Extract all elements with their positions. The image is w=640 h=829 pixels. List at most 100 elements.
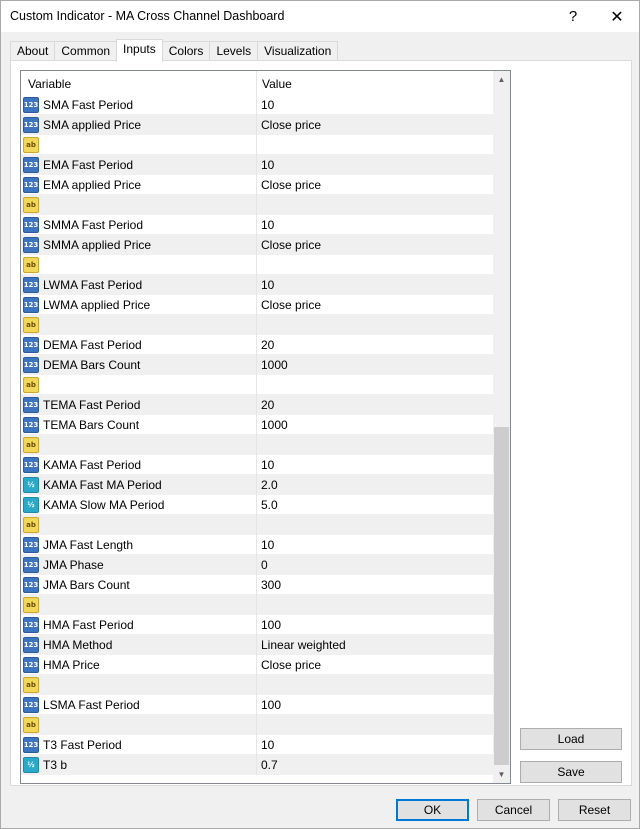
table-row[interactable]: ab [21, 715, 493, 735]
grid-header: Variable Value [21, 71, 493, 95]
variable-value[interactable]: 100 [261, 618, 281, 632]
integer-type-icon: 123 [23, 737, 39, 753]
help-button[interactable]: ? [551, 1, 595, 32]
variable-name: TEMA Fast Period [43, 398, 141, 412]
cell-divider [256, 515, 257, 535]
table-row[interactable]: ab [21, 255, 493, 275]
table-row[interactable]: ½ KAMA Fast MA Period 2.0 [21, 475, 493, 495]
cell-divider [256, 575, 257, 595]
variable-value[interactable]: 10 [261, 158, 274, 172]
column-header-variable[interactable]: Variable [28, 77, 71, 91]
table-row[interactable]: 123 LSMA Fast Period 100 [21, 695, 493, 715]
table-row[interactable]: 123 SMA applied Price Close price [21, 115, 493, 135]
load-button[interactable]: Load [520, 728, 622, 750]
table-row[interactable]: 123 TEMA Bars Count 1000 [21, 415, 493, 435]
cell-divider [256, 195, 257, 215]
table-row[interactable]: 123 HMA Method Linear weighted [21, 635, 493, 655]
variable-value[interactable]: Close price [261, 178, 321, 192]
variable-value[interactable]: 20 [261, 338, 274, 352]
scroll-up-arrow-icon[interactable]: ▲ [493, 71, 510, 88]
variable-name: LWMA applied Price [43, 298, 151, 312]
variable-value[interactable]: 10 [261, 98, 274, 112]
variable-value[interactable]: 300 [261, 578, 281, 592]
cell-divider [256, 335, 257, 355]
table-row[interactable]: 123 DEMA Bars Count 1000 [21, 355, 493, 375]
reset-button[interactable]: Reset [558, 799, 631, 821]
cell-divider [256, 675, 257, 695]
variable-value[interactable]: 1000 [261, 358, 288, 372]
table-row[interactable]: 123 JMA Phase 0 [21, 555, 493, 575]
variable-value[interactable]: 100 [261, 698, 281, 712]
variable-value[interactable]: 10 [261, 538, 274, 552]
table-row[interactable]: 123 KAMA Fast Period 10 [21, 455, 493, 475]
ok-button[interactable]: OK [396, 799, 469, 821]
variable-value[interactable]: 0 [261, 558, 268, 572]
table-row[interactable]: ½ KAMA Slow MA Period 5.0 [21, 495, 493, 515]
tab-colors[interactable]: Colors [161, 41, 211, 62]
cell-divider [256, 595, 257, 615]
variable-value[interactable]: 0.7 [261, 758, 278, 772]
table-row[interactable]: 123 HMA Fast Period 100 [21, 615, 493, 635]
close-button[interactable]: ✕ [595, 1, 639, 32]
integer-type-icon: 123 [23, 177, 39, 193]
table-row[interactable]: 123 SMA Fast Period 10 [21, 95, 493, 115]
variable-value[interactable]: 20 [261, 398, 274, 412]
table-row[interactable]: ½ T3 b 0.7 [21, 755, 493, 775]
title-bar: Custom Indicator - MA Cross Channel Dash… [1, 1, 639, 32]
variable-value[interactable]: 10 [261, 278, 274, 292]
table-row[interactable]: 123 EMA applied Price Close price [21, 175, 493, 195]
scroll-thumb[interactable] [494, 427, 509, 765]
table-row[interactable]: 123 JMA Bars Count 300 [21, 575, 493, 595]
variable-value[interactable]: Close price [261, 658, 321, 672]
table-row[interactable]: 123 SMMA applied Price Close price [21, 235, 493, 255]
table-row[interactable]: 123 SMMA Fast Period 10 [21, 215, 493, 235]
tab-common[interactable]: Common [54, 41, 118, 62]
vertical-scrollbar[interactable]: ▲ ▼ [493, 71, 510, 783]
cancel-button[interactable]: Cancel [477, 799, 550, 821]
table-row[interactable]: ab [21, 135, 493, 155]
variable-value[interactable]: 10 [261, 218, 274, 232]
table-row[interactable]: ab [21, 195, 493, 215]
cell-divider [256, 555, 257, 575]
variable-value[interactable]: 2.0 [261, 478, 278, 492]
tab-about[interactable]: About [10, 41, 56, 62]
table-row[interactable]: ab [21, 675, 493, 695]
variable-value[interactable]: 10 [261, 458, 274, 472]
cell-divider [256, 395, 257, 415]
variable-name: LSMA Fast Period [43, 698, 140, 712]
variable-value[interactable]: 10 [261, 738, 274, 752]
table-row[interactable]: 123 LWMA Fast Period 10 [21, 275, 493, 295]
table-row[interactable]: ab [21, 515, 493, 535]
tab-visualization[interactable]: Visualization [257, 41, 339, 62]
cell-divider [256, 215, 257, 235]
cell-divider [256, 235, 257, 255]
column-divider[interactable] [256, 71, 257, 95]
variable-value[interactable]: Close price [261, 238, 321, 252]
table-row[interactable]: ab [21, 315, 493, 335]
table-row[interactable]: ab [21, 595, 493, 615]
table-row[interactable]: 123 LWMA applied Price Close price [21, 295, 493, 315]
table-row[interactable]: 123 DEMA Fast Period 20 [21, 335, 493, 355]
variable-value[interactable]: Linear weighted [261, 638, 346, 652]
table-row[interactable]: 123 HMA Price Close price [21, 655, 493, 675]
tab-inputs[interactable]: Inputs [116, 39, 163, 62]
table-row[interactable]: 123 EMA Fast Period 10 [21, 155, 493, 175]
variable-value[interactable]: Close price [261, 298, 321, 312]
table-row[interactable]: ab [21, 435, 493, 455]
table-row[interactable]: 123 JMA Fast Length 10 [21, 535, 493, 555]
variable-value[interactable]: Close price [261, 118, 321, 132]
save-button[interactable]: Save [520, 761, 622, 783]
cell-divider [256, 175, 257, 195]
table-row[interactable]: 123 TEMA Fast Period 20 [21, 395, 493, 415]
table-row[interactable]: ab [21, 375, 493, 395]
scroll-down-arrow-icon[interactable]: ▼ [493, 766, 510, 783]
variable-name: KAMA Slow MA Period [43, 498, 165, 512]
table-row[interactable]: 123 T3 Fast Period 10 [21, 735, 493, 755]
column-header-value[interactable]: Value [262, 77, 292, 91]
variable-name: T3 Fast Period [43, 738, 122, 752]
variable-value[interactable]: 5.0 [261, 498, 278, 512]
variable-name: LWMA Fast Period [43, 278, 143, 292]
cell-divider [256, 695, 257, 715]
tab-levels[interactable]: Levels [209, 41, 259, 62]
variable-value[interactable]: 1000 [261, 418, 288, 432]
